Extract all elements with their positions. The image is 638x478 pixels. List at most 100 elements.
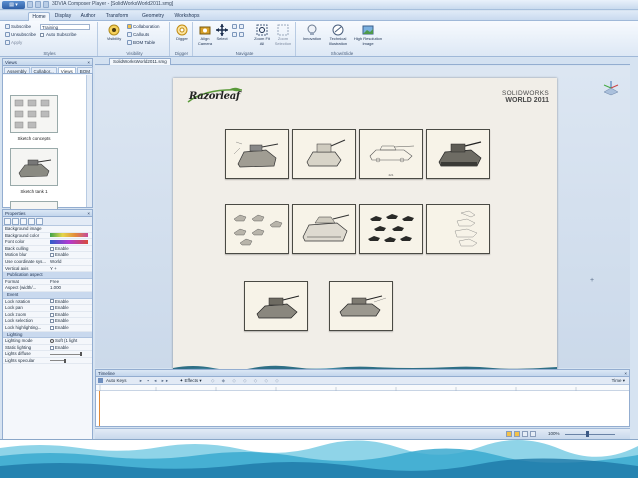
- auto-keys-button[interactable]: Auto Keys: [106, 378, 127, 383]
- filter-icon[interactable]: [20, 218, 27, 225]
- sketch-frame[interactable]: [225, 129, 289, 179]
- property-row[interactable]: Lights diffuse: [3, 351, 92, 358]
- checkbox-icon[interactable]: [50, 345, 54, 350]
- property-row[interactable]: Lock zoom Enable: [3, 312, 92, 319]
- record-icon[interactable]: [98, 378, 103, 384]
- tab-geometry[interactable]: Geometry: [139, 12, 167, 21]
- sketch-frame[interactable]: [225, 204, 289, 254]
- options-icon[interactable]: [36, 218, 43, 225]
- property-row[interactable]: Lock pan Enable: [3, 305, 92, 312]
- apply-button[interactable]: Apply: [5, 40, 22, 45]
- close-icon[interactable]: ×: [624, 370, 627, 377]
- 3d-viewport[interactable]: Razorleaf SOLIDWORKS WORLD 2011 221 +: [95, 66, 630, 374]
- checkbox-icon[interactable]: [50, 305, 54, 310]
- orbit-icon[interactable]: [239, 32, 244, 37]
- property-row[interactable]: Format Free: [3, 279, 92, 286]
- property-row[interactable]: Back culling Enable: [3, 246, 92, 253]
- unsubscribe-button[interactable]: Unsubscribe: [5, 32, 36, 37]
- tab-display[interactable]: Display: [52, 12, 74, 21]
- zoom-fit-all-button[interactable]: Zoom Fit All: [252, 24, 272, 46]
- view-thumbnail-sketch-concepts[interactable]: [10, 95, 58, 133]
- application-menu-button[interactable]: ▤ ▾: [2, 1, 25, 9]
- timeline-cursor[interactable]: [99, 391, 100, 426]
- tab-workshops[interactable]: Workshops: [172, 12, 202, 21]
- tab-collaboration[interactable]: Collabor...: [30, 67, 57, 74]
- section-publication-aspect[interactable]: Publication aspect: [3, 272, 92, 279]
- categorized-icon[interactable]: [4, 218, 11, 225]
- sketch-frame[interactable]: [292, 204, 356, 254]
- property-row[interactable]: Lock selection Enable: [3, 318, 92, 325]
- lights-specular-slider[interactable]: [50, 358, 92, 365]
- pan-icon[interactable]: [239, 24, 244, 29]
- document-tab[interactable]: SolidWorksWorld2011.smg: [109, 58, 171, 65]
- checkbox-icon[interactable]: [50, 312, 54, 317]
- innovation-button[interactable]: Innovation: [299, 24, 325, 42]
- zoom-selection-button[interactable]: Zoom Selection: [272, 24, 294, 46]
- sketch-frame[interactable]: 221: [359, 129, 423, 179]
- alphabetical-icon[interactable]: [12, 218, 19, 225]
- property-row[interactable]: Vertical axis Y +: [3, 266, 92, 273]
- checkbox-icon[interactable]: [50, 299, 54, 304]
- sketch-frame[interactable]: [244, 281, 308, 331]
- undo-icon[interactable]: [35, 1, 41, 8]
- tab-views[interactable]: Views: [57, 67, 76, 74]
- shading-icon[interactable]: [514, 431, 520, 437]
- sketch-frame[interactable]: [426, 204, 490, 254]
- high-resolution-image-button[interactable]: High Resolution Image: [352, 24, 384, 46]
- tab-bom[interactable]: BOM: [76, 67, 93, 74]
- checkbox-icon[interactable]: [50, 319, 54, 324]
- render-mode-icon[interactable]: [506, 431, 512, 437]
- property-row[interactable]: Lighting mode Soft (1 light: [3, 338, 92, 345]
- grid-icon[interactable]: [530, 431, 536, 437]
- property-row[interactable]: Use coordinate sys... World: [3, 259, 92, 266]
- property-row[interactable]: Background image: [3, 226, 92, 233]
- auto-subscribe-checkbox[interactable]: Auto Subscribe: [40, 32, 77, 37]
- sketch-frame[interactable]: [359, 204, 423, 254]
- tab-author[interactable]: Author: [77, 12, 99, 21]
- sketch-frame[interactable]: [292, 129, 356, 179]
- close-icon[interactable]: ×: [87, 210, 90, 217]
- zoom-slider[interactable]: [565, 434, 615, 435]
- section-event[interactable]: Event: [3, 291, 92, 299]
- properties-icon[interactable]: [28, 218, 35, 225]
- align-camera-button[interactable]: Align Camera: [195, 24, 215, 46]
- technical-illustration-button[interactable]: Technical Illustration: [325, 24, 351, 46]
- property-row[interactable]: Aspect (width/... 1.000: [3, 285, 92, 292]
- zoom-icon[interactable]: [232, 32, 237, 37]
- style-dropdown[interactable]: Training: [40, 24, 90, 30]
- property-row[interactable]: Lock rotation Enable: [3, 299, 92, 306]
- axis-gizmo-icon[interactable]: [601, 80, 621, 96]
- property-row[interactable]: Static lighting Enable: [3, 345, 92, 352]
- select-button[interactable]: Select: [215, 24, 229, 42]
- view-thumbnail-sketch-tank-1[interactable]: [10, 148, 58, 186]
- checkbox-icon[interactable]: [50, 253, 54, 258]
- checkbox-icon[interactable]: [50, 325, 54, 330]
- sketch-frame[interactable]: [426, 129, 490, 179]
- digger-button[interactable]: Digger: [173, 24, 191, 42]
- tab-assembly[interactable]: Assembly: [4, 67, 30, 74]
- tab-transform[interactable]: Transform: [103, 12, 131, 21]
- lights-diffuse-slider[interactable]: [50, 351, 92, 358]
- subscribe-button[interactable]: Subscribe: [5, 24, 31, 29]
- background-color-swatch[interactable]: [50, 233, 92, 240]
- callouts-toggle[interactable]: Callouts: [127, 32, 149, 37]
- font-color-swatch[interactable]: [50, 239, 92, 246]
- property-row[interactable]: Background color: [3, 233, 92, 240]
- section-lighting[interactable]: Lighting: [3, 331, 92, 339]
- visibility-button[interactable]: Visibility: [103, 24, 125, 42]
- rotate-icon[interactable]: [232, 24, 237, 29]
- collaboration-toggle[interactable]: Collaboration: [127, 24, 160, 29]
- zoom-slider-knob[interactable]: [586, 431, 589, 437]
- views-scrollbar[interactable]: [86, 75, 92, 207]
- save-icon[interactable]: [27, 1, 33, 8]
- redo-icon[interactable]: [43, 1, 49, 8]
- timeline-tracks[interactable]: [96, 391, 629, 426]
- sketch-frame[interactable]: [329, 281, 393, 331]
- property-row[interactable]: Lights specular: [3, 358, 92, 365]
- bom-table-toggle[interactable]: BOM Table: [127, 40, 155, 45]
- checkbox-icon[interactable]: [50, 246, 54, 251]
- property-row[interactable]: Lock highlighting... Enable: [3, 325, 92, 332]
- lighting-icon[interactable]: [522, 431, 528, 437]
- property-row[interactable]: Font color: [3, 239, 92, 246]
- property-row[interactable]: Motion blur Enable: [3, 252, 92, 259]
